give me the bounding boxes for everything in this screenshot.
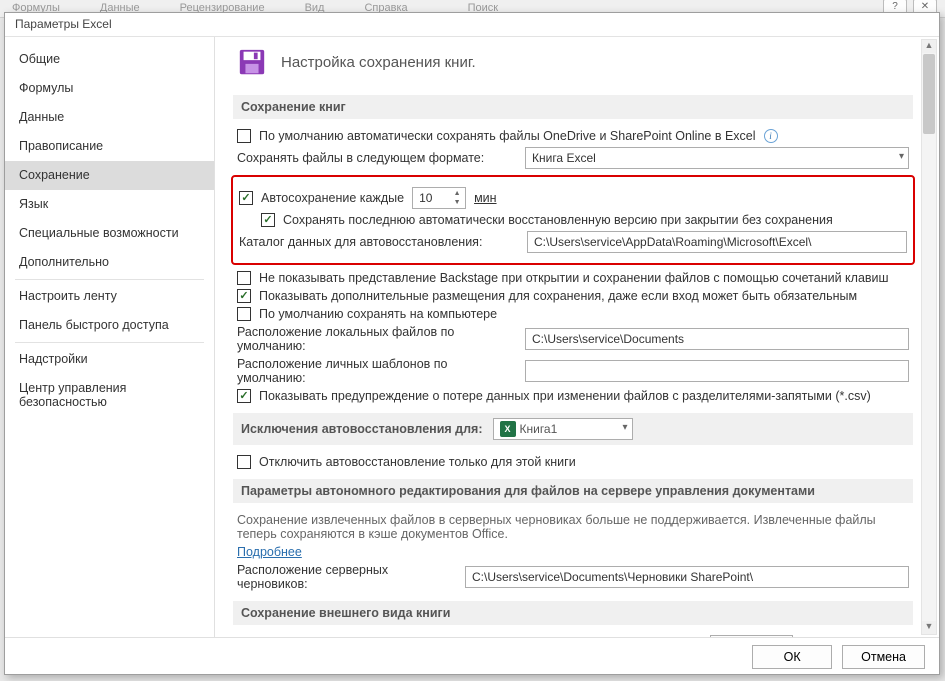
sidebar-item-ribbon[interactable]: Настроить ленту xyxy=(5,282,214,311)
learn-more-link[interactable]: Подробнее xyxy=(237,545,302,559)
lbl-templates-path: Расположение личных шаблонов по умолчани… xyxy=(237,357,517,385)
combo-workbook-value: Книга1 xyxy=(520,422,558,436)
lbl-drafts-path: Расположение серверных черновиков: xyxy=(237,563,457,591)
section-appearance: Сохранение внешнего вида книги xyxy=(233,601,913,625)
sidebar-item-trust[interactable]: Центр управления безопасностью xyxy=(5,374,214,417)
sidebar-item-save[interactable]: Сохранение xyxy=(5,161,214,190)
input-recovery-path[interactable]: C:\Users\service\AppData\Roaming\Microso… xyxy=(527,231,907,253)
info-icon[interactable]: i xyxy=(764,129,778,143)
chk-autosave[interactable] xyxy=(239,191,253,205)
lbl-autosave: Автосохранение каждые xyxy=(261,191,404,205)
lbl-csv-warn: Показывать предупреждение о потере данны… xyxy=(259,389,871,403)
scroll-up-icon[interactable]: ▲ xyxy=(922,40,936,53)
chk-keep-last[interactable] xyxy=(261,213,275,227)
chk-show-additional[interactable] xyxy=(237,289,251,303)
spinner-down-icon[interactable]: ▼ xyxy=(451,199,463,206)
panel-heading: Настройка сохранения книг. xyxy=(281,54,476,71)
server-note: Сохранение извлеченных файлов в серверны… xyxy=(237,513,909,541)
section-autorecover-exceptions: Исключения автовосстановления для: Книга… xyxy=(233,413,913,445)
section-autorecover-exceptions-label: Исключения автовосстановления для: xyxy=(241,422,483,436)
lbl-keep-last: Сохранять последнюю автоматически восста… xyxy=(283,213,833,227)
autosave-highlight-frame: Автосохранение каждые 10 ▲ ▼ мин Сохраня… xyxy=(231,175,915,265)
lbl-recovery-path: Каталог данных для автовосстановления: xyxy=(239,235,519,249)
scroll-thumb[interactable] xyxy=(923,54,935,134)
dialog-footer: ОК Отмена xyxy=(5,637,939,675)
combo-workbook[interactable]: Книга1 xyxy=(493,418,633,440)
sidebar-item-general[interactable]: Общие xyxy=(5,45,214,74)
chk-no-backstage[interactable] xyxy=(237,271,251,285)
sidebar-item-qat[interactable]: Панель быстрого доступа xyxy=(5,311,214,340)
lbl-disable-recovery: Отключить автовосстановление только для … xyxy=(259,455,576,469)
options-dialog: Параметры Excel Общие Формулы Данные Пра… xyxy=(4,12,940,675)
sidebar-item-addins[interactable]: Надстройки xyxy=(5,345,214,374)
section-server-edit: Параметры автономного редактирования для… xyxy=(233,479,913,503)
chk-disable-recovery[interactable] xyxy=(237,455,251,469)
lbl-local-path: Расположение локальных файлов по умолчан… xyxy=(237,325,517,353)
autosave-minutes-value: 10 xyxy=(419,191,432,205)
chk-save-to-pc[interactable] xyxy=(237,307,251,321)
input-local-path[interactable]: C:\Users\service\Documents xyxy=(525,328,909,350)
sidebar-item-formulas[interactable]: Формулы xyxy=(5,74,214,103)
scrollbar[interactable]: ▲ ▼ xyxy=(921,39,937,635)
sidebar-item-accessibility[interactable]: Специальные возможности xyxy=(5,219,214,248)
combo-file-format[interactable]: Книга Excel xyxy=(525,147,909,169)
colors-button[interactable]: Цвета... xyxy=(710,635,793,637)
chk-cloud-default[interactable] xyxy=(237,129,251,143)
section-save-books: Сохранение книг xyxy=(233,95,913,119)
sidebar-separator xyxy=(15,342,204,343)
scroll-down-icon[interactable]: ▼ xyxy=(922,621,936,634)
lbl-format: Сохранять файлы в следующем формате: xyxy=(237,151,517,165)
lbl-show-additional: Показывать дополнительные размещения для… xyxy=(259,289,857,303)
ok-button[interactable]: ОК xyxy=(752,645,832,669)
sidebar-item-advanced[interactable]: Дополнительно xyxy=(5,248,214,277)
cancel-button[interactable]: Отмена xyxy=(842,645,925,669)
lbl-cloud-default: По умолчанию автоматически сохранять фай… xyxy=(259,129,756,143)
sidebar-item-language[interactable]: Язык xyxy=(5,190,214,219)
input-drafts-path[interactable]: C:\Users\service\Documents\Черновики Sha… xyxy=(465,566,909,588)
spinner-up-icon[interactable]: ▲ xyxy=(451,190,463,197)
autosave-minutes-spinner[interactable]: 10 ▲ ▼ xyxy=(412,187,466,209)
sidebar-item-data[interactable]: Данные xyxy=(5,103,214,132)
lbl-save-to-pc: По умолчанию сохранять на компьютере xyxy=(259,307,497,321)
sidebar-separator xyxy=(15,279,204,280)
excel-file-icon xyxy=(500,421,516,437)
lbl-no-backstage: Не показывать представление Backstage пр… xyxy=(259,271,889,285)
dialog-title: Параметры Excel xyxy=(5,13,939,37)
sidebar-item-proofing[interactable]: Правописание xyxy=(5,132,214,161)
options-panel: Настройка сохранения книг. Сохранение кн… xyxy=(215,37,939,637)
save-icon xyxy=(237,47,267,77)
category-sidebar: Общие Формулы Данные Правописание Сохран… xyxy=(5,37,215,637)
lbl-autosave-unit: мин xyxy=(474,191,496,205)
input-templates-path[interactable] xyxy=(525,360,909,382)
chk-csv-warn[interactable] xyxy=(237,389,251,403)
